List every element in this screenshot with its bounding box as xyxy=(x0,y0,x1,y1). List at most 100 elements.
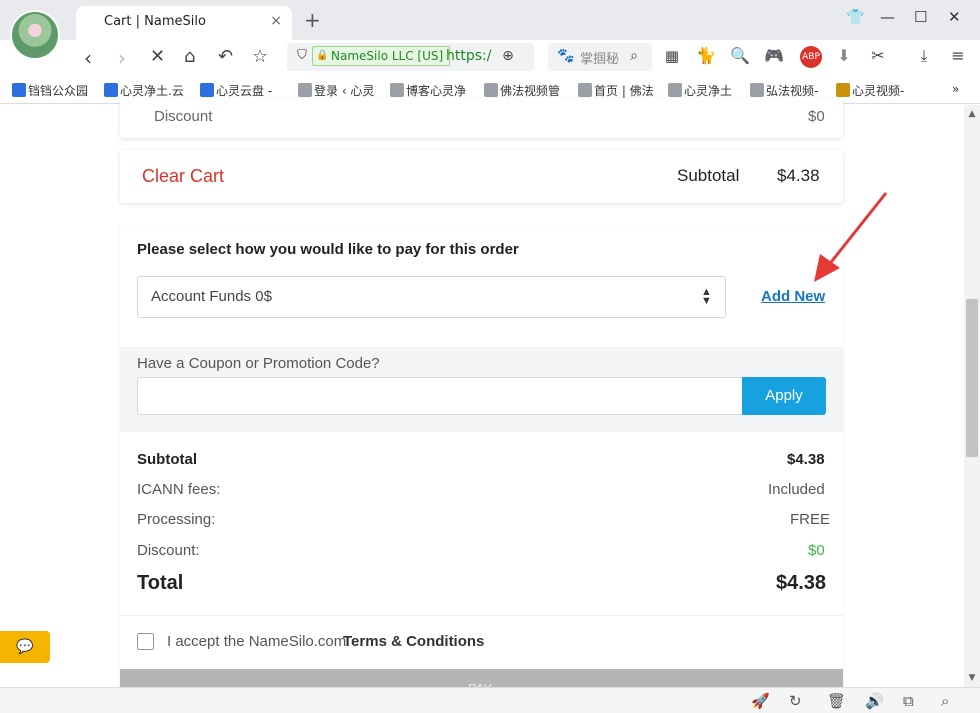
summary-subtotal-value: $4.38 xyxy=(787,451,825,468)
bookmarks-more-icon[interactable]: » xyxy=(952,82,959,96)
minimize-button[interactable]: — xyxy=(880,8,895,26)
bookmark-item[interactable]: 心灵云盘 - xyxy=(200,82,272,99)
icann-fees-value: Included xyxy=(768,481,825,498)
zoom-icon[interactable]: ⊕ xyxy=(498,46,518,66)
apps-grid-icon[interactable]: ▦ xyxy=(662,46,682,66)
window-icon[interactable]: ⧉ xyxy=(903,692,914,710)
download-arrow-icon[interactable]: ⬇ xyxy=(834,46,854,66)
bookmark-favicon-icon xyxy=(750,83,764,97)
extension-cat-icon[interactable]: 🐈 xyxy=(696,46,716,66)
skin-icon[interactable]: 👕 xyxy=(846,8,865,26)
total-value: $4.38 xyxy=(776,572,827,594)
bookmark-item[interactable]: 登录 ‹ 心灵 xyxy=(298,82,374,99)
chat-bubble-icon: 💬 xyxy=(16,639,34,655)
bookmark-favicon-icon xyxy=(390,83,404,97)
bookmark-label: 心灵视频- xyxy=(852,84,905,98)
undo-icon[interactable]: ↶ xyxy=(218,46,233,67)
bookmark-item[interactable]: 心灵净土.云 xyxy=(104,82,184,99)
scroll-thumb[interactable] xyxy=(966,299,978,457)
bookmark-favicon-icon xyxy=(298,83,312,97)
bookmark-label: 心灵净土 xyxy=(684,84,733,98)
trash-icon[interactable]: 🗑 xyxy=(827,692,846,710)
baidu-paw-icon: 🐾 xyxy=(557,48,575,64)
close-window-button[interactable]: ✕ xyxy=(948,8,961,26)
bookmark-star-icon[interactable]: ☆ xyxy=(252,46,268,67)
bookmark-label: 首页 | 佛法 xyxy=(594,84,654,98)
shield-icon: ⛉ xyxy=(297,48,307,63)
refresh-cloud-icon[interactable]: ↻ xyxy=(789,692,802,710)
bookmark-favicon-icon xyxy=(578,83,592,97)
bookmark-label: 铛铛公众园 xyxy=(28,84,89,98)
back-icon[interactable]: ‹ xyxy=(84,46,92,70)
cart-subtotal-label: Subtotal xyxy=(677,166,740,185)
sound-icon[interactable]: 🔊 xyxy=(865,692,884,710)
select-arrows-icon: ▲ ▼ xyxy=(701,286,712,307)
adblock-icon[interactable]: ABP xyxy=(800,46,822,68)
home-icon[interactable]: ⌂ xyxy=(184,46,195,67)
page-scrollbar[interactable]: ▲ ▼ xyxy=(964,105,980,687)
bookmark-favicon-icon xyxy=(104,83,118,97)
cart-discount-value: $0 xyxy=(808,108,825,125)
maximize-button[interactable]: ☐ xyxy=(914,8,927,26)
terms-prefix: I accept the NameSilo.com xyxy=(167,633,351,650)
bookmark-favicon-icon xyxy=(668,83,682,97)
browser-status-bar: 🚀 ↻ 🗑 🔊 ⧉ ⌕ xyxy=(0,687,980,713)
summary-subtotal-label: Subtotal xyxy=(137,451,197,468)
menu-icon[interactable]: ≡ xyxy=(948,46,968,66)
browser-tab[interactable]: Cart | NameSilo × xyxy=(76,6,292,40)
total-label: Total xyxy=(137,572,184,594)
payment-heading: Please select how you would like to pay … xyxy=(137,241,519,258)
secure-badge: NameSilo LLC [US] xyxy=(312,46,451,66)
search-icon[interactable]: ⌕ xyxy=(624,46,644,66)
scissors-icon[interactable]: ✂ xyxy=(868,46,888,66)
terms-conditions-link[interactable]: Terms & Conditions xyxy=(343,633,484,650)
tab-title: Cart | NameSilo xyxy=(104,14,206,29)
terms-checkbox[interactable] xyxy=(137,633,154,650)
payment-method-value: Account Funds 0$ xyxy=(151,288,272,305)
url-text[interactable]: https:/ xyxy=(446,48,491,64)
status-search-icon[interactable]: ⌕ xyxy=(941,692,949,710)
cart-discount-card xyxy=(120,98,843,138)
icann-fees-label: ICANN fees: xyxy=(137,481,221,498)
pay-button[interactable]: PAY xyxy=(120,669,843,696)
bookmark-item[interactable]: 弘法视频- xyxy=(750,82,818,99)
bookmark-item[interactable]: 首页 | 佛法 xyxy=(578,82,654,99)
new-tab-button[interactable]: + xyxy=(304,8,321,32)
coupon-label: Have a Coupon or Promotion Code? xyxy=(137,355,380,372)
bookmark-item[interactable]: 佛法视频管 xyxy=(484,82,560,99)
processing-value: FREE xyxy=(790,511,831,528)
tab-close-icon[interactable]: × xyxy=(270,13,282,29)
rocket-icon[interactable]: 🚀 xyxy=(751,692,770,710)
downloads-icon[interactable]: ⤓ xyxy=(914,46,934,66)
coupon-input[interactable] xyxy=(137,377,743,415)
bookmark-label: 登录 ‹ 心灵 xyxy=(314,84,375,98)
payment-method-select[interactable]: Account Funds 0$ ▲ ▼ xyxy=(137,276,726,318)
clear-cart-button[interactable]: Clear Cart xyxy=(142,166,224,187)
bookmark-item[interactable]: 心灵净土 xyxy=(668,82,732,99)
game-controller-icon[interactable]: 🎮 xyxy=(764,46,784,66)
profile-avatar[interactable] xyxy=(10,10,60,60)
bookmark-item[interactable]: 心灵视频- xyxy=(836,82,904,99)
chat-button[interactable]: 💬 xyxy=(0,631,50,663)
bookmark-label: 弘法视频- xyxy=(766,84,819,98)
scroll-up-icon[interactable]: ▲ xyxy=(964,109,980,119)
scroll-down-icon[interactable]: ▼ xyxy=(964,673,980,683)
bookmark-label: 博客心灵净 xyxy=(406,84,467,98)
bookmark-label: 心灵净土.云 xyxy=(120,84,184,98)
bookmark-favicon-icon xyxy=(12,83,26,97)
magnifier-icon[interactable]: 🔍 xyxy=(730,46,750,66)
cart-discount-label: Discount xyxy=(154,108,213,125)
apply-coupon-button[interactable]: Apply xyxy=(742,377,826,415)
annotation-arrow-icon xyxy=(814,192,888,282)
browser-tab-bar: Cart | NameSilo × + 👕 — ☐ ✕ xyxy=(0,0,980,40)
bookmark-item[interactable]: 博客心灵净 xyxy=(390,82,466,99)
bookmark-favicon-icon xyxy=(200,83,214,97)
summary-discount-label: Discount: xyxy=(137,542,200,559)
stop-icon[interactable]: ✕ xyxy=(150,46,165,67)
search-input[interactable]: 掌掴秘 xyxy=(580,48,619,67)
terms-divider xyxy=(120,615,843,616)
forward-icon[interactable]: › xyxy=(118,46,126,70)
add-new-payment-link[interactable]: Add New xyxy=(761,288,825,305)
bookmark-item[interactable]: 铛铛公众园 xyxy=(12,82,88,99)
summary-discount-value: $0 xyxy=(808,542,825,559)
